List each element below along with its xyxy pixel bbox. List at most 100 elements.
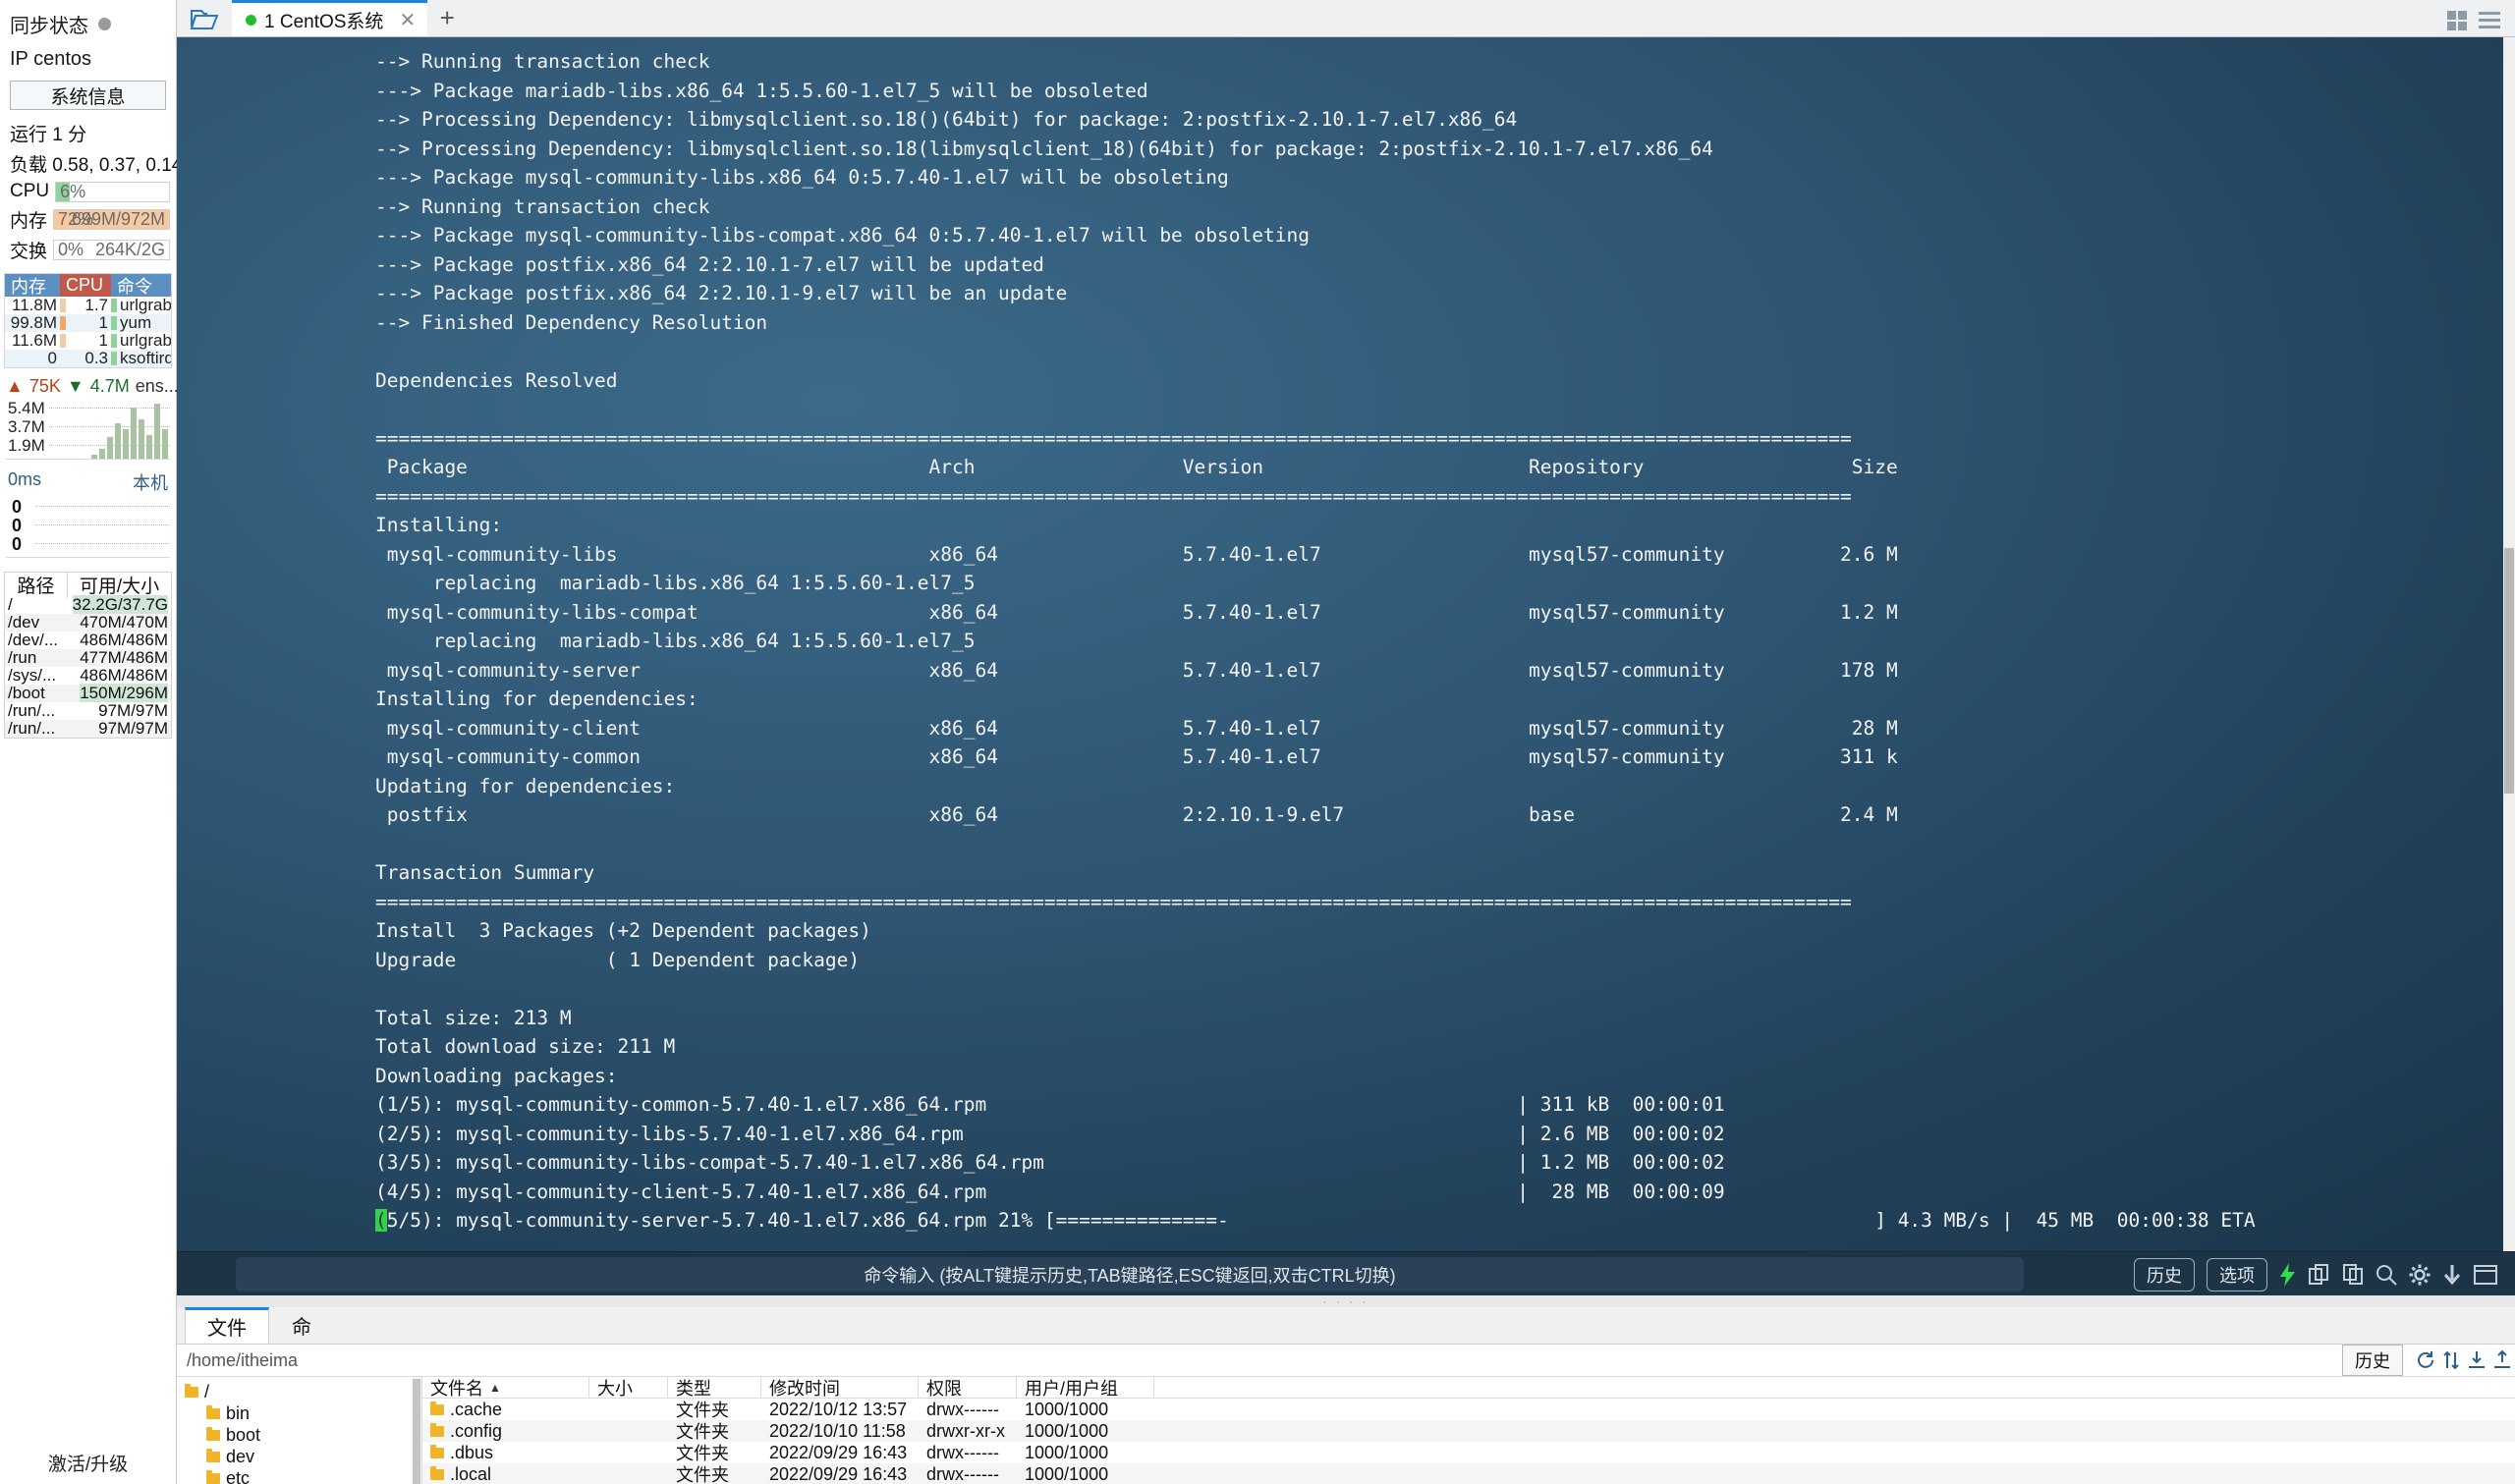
list-item[interactable]: .config 文件夹 2022/10/10 11:58 drwxr-xr-x … xyxy=(422,1420,2515,1442)
process-memory: 11.8M xyxy=(12,296,57,314)
grid-view-icon[interactable] xyxy=(2446,10,2468,36)
disk-size: 486M/486M xyxy=(80,666,168,685)
list-item[interactable]: .local 文件夹 2022/09/29 16:43 drwx------ 1… xyxy=(422,1463,2515,1484)
gear-icon[interactable] xyxy=(2409,1264,2431,1286)
tree-node-etc[interactable]: etc xyxy=(177,1467,421,1484)
process-col-memory[interactable]: 内存 xyxy=(5,274,60,297)
uptime-text: 运行 1 分 xyxy=(10,125,87,145)
table-row[interactable]: /run 477M/486M xyxy=(5,648,171,667)
column-size[interactable]: 大小 xyxy=(589,1377,668,1399)
folder-icon xyxy=(206,1426,220,1441)
network-axis-label: 5.4M xyxy=(8,399,45,417)
folder-icon xyxy=(206,1404,220,1419)
paste-icon[interactable] xyxy=(2342,1263,2364,1286)
tree-node-boot[interactable]: boot xyxy=(177,1424,421,1446)
new-tab-button[interactable]: + xyxy=(427,0,467,36)
terminal-line: Package Arch Version Repository Size xyxy=(375,456,1898,478)
disk-path: /run xyxy=(8,648,37,667)
network-download-value: 4.7M xyxy=(89,376,130,396)
column-owner[interactable]: 用户/用户组 xyxy=(1017,1377,1154,1399)
terminal-line: Dependencies Resolved xyxy=(375,368,618,392)
terminal-scrollbar-thumb[interactable] xyxy=(2504,548,2514,794)
download-icon[interactable] xyxy=(2442,1264,2462,1286)
table-row[interactable]: 11.8M 1.7 urlgrabb xyxy=(5,296,171,314)
file-history-button[interactable]: 历史 xyxy=(2342,1345,2403,1376)
command-bar-controls: 历史 选项 xyxy=(2134,1252,2497,1296)
latency-axis-label: 0 xyxy=(12,534,23,554)
close-icon[interactable]: ✕ xyxy=(399,8,416,32)
column-modified[interactable]: 修改时间 xyxy=(761,1377,919,1399)
search-icon[interactable] xyxy=(2375,1264,2397,1286)
terminal-line: ---> Package postfix.x86_64 2:2.10.1-9.e… xyxy=(375,282,1068,304)
activate-upgrade-link[interactable]: 激活/升级 xyxy=(0,1450,176,1476)
panel-splitter[interactable]: · · · · xyxy=(177,1294,2515,1308)
options-button[interactable]: 选项 xyxy=(2207,1257,2267,1292)
download-icon[interactable] xyxy=(2464,1350,2489,1370)
command-input-placeholder: 命令输入 (按ALT键提示历史,TAB键路径,ESC键返回,双击CTRL切换) xyxy=(864,1265,1396,1286)
network-interface-label: ens... xyxy=(135,376,179,396)
directory-tree[interactable]: / bin boot dev etc xyxy=(177,1377,422,1484)
history-button[interactable]: 历史 xyxy=(2134,1257,2195,1292)
upload-icon[interactable] xyxy=(2489,1350,2515,1370)
column-permissions[interactable]: 权限 xyxy=(919,1377,1017,1399)
list-item[interactable]: .dbus 文件夹 2022/09/29 16:43 drwx------ 10… xyxy=(422,1442,2515,1463)
table-row[interactable]: /run/... 97M/97M xyxy=(5,701,171,720)
cpu-meter-row: CPU 6% xyxy=(0,179,176,204)
disk-size: 150M/296M xyxy=(80,684,168,702)
folder-open-icon[interactable] xyxy=(177,0,232,36)
list-item[interactable]: .cache 文件夹 2022/10/12 13:57 drwx------ 1… xyxy=(422,1399,2515,1420)
terminal-line: --> Processing Dependency: libmysqlclien… xyxy=(375,137,1713,160)
disk-table-header: 路径 可用/大小 xyxy=(5,571,171,598)
table-row[interactable]: /dev 470M/470M xyxy=(5,613,171,632)
process-col-command[interactable]: 命令 xyxy=(111,274,171,297)
table-row[interactable]: /boot 150M/296M xyxy=(5,684,171,702)
table-row[interactable]: 99.8M 1 yum xyxy=(5,313,171,332)
tab-commands[interactable]: 命 xyxy=(269,1307,334,1344)
tree-node-dev[interactable]: dev xyxy=(177,1446,421,1467)
terminal-output[interactable]: --> Running transaction check ---> Packag… xyxy=(177,37,2515,1251)
refresh-icon[interactable] xyxy=(2413,1350,2438,1370)
folder-icon xyxy=(430,1444,444,1458)
file-path-input[interactable]: /home/itheima xyxy=(177,1350,2342,1371)
swap-meter-value: 0% xyxy=(58,240,84,259)
window-icon[interactable] xyxy=(2474,1264,2497,1285)
terminal-line: Installing: xyxy=(375,514,503,536)
tab-files[interactable]: 文件 xyxy=(185,1307,269,1344)
system-info-button[interactable]: 系统信息 xyxy=(10,81,166,110)
list-view-icon[interactable] xyxy=(2478,10,2501,36)
folder-icon xyxy=(430,1422,444,1437)
terminal-line: ---> Package mysql-community-libs-compat… xyxy=(375,224,1310,247)
table-row[interactable]: 0 0.3 ksoftirq xyxy=(5,349,171,367)
process-col-cpu[interactable]: CPU xyxy=(60,274,111,297)
table-row[interactable]: / 32.2G/37.7G xyxy=(5,595,171,614)
process-memory: 99.8M xyxy=(10,313,57,332)
process-table-header: 内存 CPU 命令 xyxy=(5,274,171,297)
terminal-line: (2/5): mysql-community-libs-5.7.40-1.el7… xyxy=(375,1122,1725,1145)
column-filename[interactable]: 文件名 ▲ xyxy=(422,1377,589,1399)
table-row[interactable]: /run/... 97M/97M xyxy=(5,719,171,738)
table-row[interactable]: /dev/... 486M/486M xyxy=(5,631,171,649)
lightning-icon[interactable] xyxy=(2279,1262,2297,1287)
tree-node-root[interactable]: / xyxy=(177,1381,421,1402)
tree-scrollbar[interactable] xyxy=(412,1377,421,1484)
table-row[interactable]: /sys/... 486M/486M xyxy=(5,666,171,685)
latency-header: 0ms 本机 xyxy=(0,460,176,497)
terminal-line: --> Finished Dependency Resolution xyxy=(375,310,768,334)
tree-node-bin[interactable]: bin xyxy=(177,1402,421,1424)
table-row[interactable]: 11.6M 1 urlgrabb xyxy=(5,331,171,350)
file-panel-tabs: 文件 命 xyxy=(177,1307,2515,1345)
terminal-scrollbar[interactable] xyxy=(2503,37,2515,1251)
copy-icon[interactable] xyxy=(2309,1263,2330,1286)
memory-meter-detail: 699M/972M xyxy=(71,209,165,229)
command-bar: 命令输入 (按ALT键提示历史,TAB键路径,ESC键返回,双击CTRL切换) … xyxy=(177,1251,2515,1295)
file-permissions: drwxr-xr-x xyxy=(926,1420,1005,1441)
disk-path: /boot xyxy=(8,684,45,702)
tab-centos-system[interactable]: 1 CentOS系统 ✕ xyxy=(232,0,428,36)
terminal-progress-text: 5/5): mysql-community-server-5.7.40-1.el… xyxy=(386,1209,2256,1232)
disk-size: 97M/97M xyxy=(98,701,168,720)
sort-icon[interactable] xyxy=(2438,1350,2464,1370)
terminal-line: mysql-community-client x86_64 5.7.40-1.e… xyxy=(375,716,1898,740)
command-input[interactable]: 命令输入 (按ALT键提示历史,TAB键路径,ESC键返回,双击CTRL切换) xyxy=(236,1257,2024,1292)
folder-icon xyxy=(185,1383,198,1398)
column-type[interactable]: 类型 xyxy=(668,1377,761,1399)
